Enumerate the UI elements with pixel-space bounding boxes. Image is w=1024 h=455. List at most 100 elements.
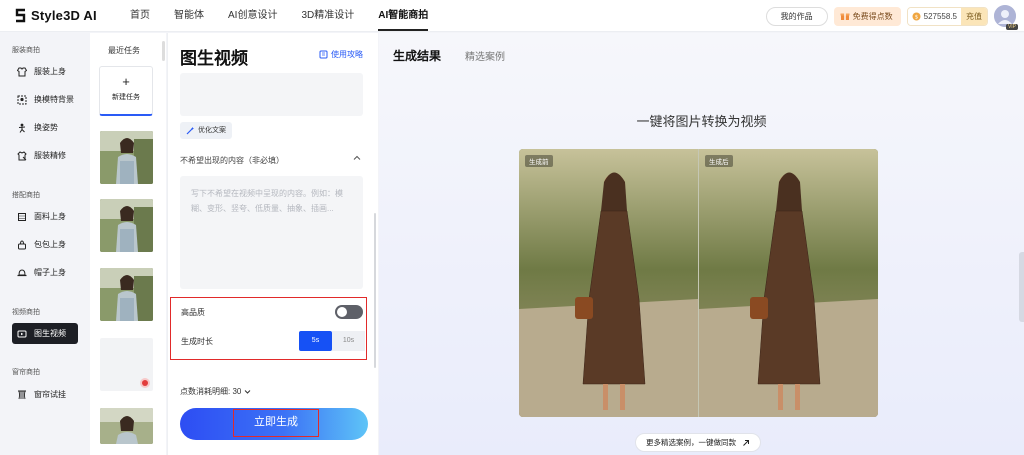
sidebar-item-swap-model[interactable]: 换模特背景: [12, 89, 78, 110]
model-photo: [100, 131, 153, 184]
vip-badge: VIP: [1005, 24, 1018, 30]
recent-scrollbar[interactable]: [162, 41, 165, 61]
more-cases-label: 更多精选案例，一键做同款: [646, 438, 736, 447]
sidebar-item-label: 服装精修: [34, 151, 66, 160]
generation-form: 图生视频 使用攻略 优化文案 不希望出现的内容（非必填） 写下不希望在视频中呈现…: [167, 33, 378, 455]
bag-icon: [18, 239, 26, 249]
retouch-icon: [17, 150, 27, 160]
sidebar-item-label: 包包上身: [34, 240, 66, 249]
duration-label: 生成时长: [181, 337, 213, 346]
coin-icon: $: [912, 12, 921, 20]
before-after-preview: 生成前 生成后: [519, 149, 878, 417]
header-actions: 我的作品 免费得点数 $ 527558.5 充值 VIP: [765, 5, 1018, 30]
sidebar-item-pose[interactable]: 换姿势: [12, 117, 78, 138]
hat-icon: [17, 268, 27, 276]
recent-task-thumbnail[interactable]: [100, 199, 153, 252]
tab-featured-cases[interactable]: 精选案例: [465, 48, 505, 63]
recent-task-thumbnail[interactable]: [100, 338, 153, 391]
new-task-label: 新建任务: [112, 94, 140, 101]
prompt-input[interactable]: [180, 73, 363, 116]
side-drawer-handle[interactable]: [1019, 252, 1024, 322]
sidebar-item-curtain[interactable]: 窗帘试挂: [12, 384, 78, 405]
duration-selector: 5s 10s: [299, 331, 365, 351]
main-nav: 首页 智能体 AI创意设计 3D精准设计 AI智能商拍: [130, 9, 452, 31]
sidebar-group-matching: 搭配商拍: [12, 192, 40, 199]
settings-highlight-box: 高品质 生成时长 5s 10s: [170, 297, 367, 360]
recharge-button[interactable]: 充值: [961, 7, 987, 25]
usage-guide-link[interactable]: 使用攻略: [319, 49, 363, 60]
points-value: 527558.5: [923, 11, 957, 21]
sidebar-item-label: 窗帘试挂: [34, 390, 66, 399]
before-image: 生成前: [519, 149, 698, 417]
usage-guide-label: 使用攻略: [331, 50, 363, 59]
nav-3d-design[interactable]: 3D精准设计: [301, 9, 354, 31]
pose-icon: [18, 123, 26, 133]
sidebar-group-curtain: 窗帘商拍: [12, 369, 40, 376]
cost-breakdown[interactable]: 点数消耗明细: 30: [180, 386, 251, 397]
cost-label: 点数消耗明细: 30: [180, 387, 242, 396]
after-label: 生成后: [705, 155, 733, 167]
tab-results[interactable]: 生成结果: [393, 47, 441, 64]
sidebar-item-hat[interactable]: 帽子上身: [12, 262, 78, 283]
nav-home[interactable]: 首页: [130, 9, 150, 31]
high-quality-label: 高品质: [181, 308, 205, 317]
chevron-down-icon: [244, 390, 251, 394]
after-photo: [699, 149, 878, 417]
recent-task-thumbnail[interactable]: [100, 408, 153, 444]
optimize-text-label: 优化文案: [198, 127, 226, 134]
compare-divider[interactable]: [698, 149, 699, 417]
logo[interactable]: Style3D AI: [14, 8, 97, 23]
page-title: 图生视频: [180, 49, 248, 68]
arrow-up-right-icon: [743, 439, 749, 446]
more-cases-button[interactable]: 更多精选案例，一键做同款: [635, 433, 761, 452]
gift-icon: [840, 13, 850, 20]
sidebar-item-label: 图生视频: [34, 329, 66, 338]
sidebar-item-label: 面料上身: [34, 212, 66, 221]
recent-task-thumbnail[interactable]: [100, 131, 153, 184]
before-photo: [519, 149, 698, 417]
recent-tasks-title: 最近任务: [108, 46, 140, 55]
model-photo: [100, 199, 153, 252]
shirt-icon: [17, 67, 27, 76]
high-quality-toggle[interactable]: [335, 305, 363, 319]
sidebar-item-image-to-video[interactable]: 图生视频: [12, 323, 78, 344]
plus-icon: +: [122, 74, 130, 89]
magic-wand-icon: [186, 127, 194, 135]
duration-option-5s[interactable]: 5s: [299, 331, 332, 351]
curtain-icon: [18, 390, 26, 399]
sidebar-group-apparel: 服装商拍: [12, 47, 40, 54]
nav-ai-creative[interactable]: AI创意设计: [228, 9, 277, 31]
logo-text: Style3D AI: [31, 8, 97, 23]
logo-icon: [15, 8, 26, 23]
swap-model-icon: [17, 95, 27, 104]
sidebar-item-bag[interactable]: 包包上身: [12, 234, 78, 255]
before-label: 生成前: [525, 155, 553, 167]
result-area: 生成结果 精选案例 一键将图片转换为视频 生成前 生成后 更多精选案例，一键做同…: [379, 33, 1024, 455]
sidebar-item-retouch[interactable]: 服装精修: [12, 145, 78, 166]
video-icon: [17, 330, 27, 337]
after-image: 生成后: [699, 149, 878, 417]
model-photo: [100, 408, 153, 444]
free-points-button[interactable]: 免费得点数: [833, 6, 901, 26]
points-balance: $ 527558.5 充值: [906, 6, 988, 26]
my-works-button[interactable]: 我的作品: [765, 6, 828, 26]
duration-option-10s[interactable]: 10s: [332, 331, 365, 351]
nav-ai-shoot[interactable]: AI智能商拍: [378, 9, 429, 31]
sidebar-item-fabric[interactable]: 面料上身: [12, 206, 78, 227]
free-points-label: 免费得点数: [852, 11, 893, 21]
record-icon: [140, 378, 150, 388]
nav-agent[interactable]: 智能体: [174, 9, 204, 31]
model-photo: [100, 268, 153, 321]
negative-prompt-input[interactable]: 写下不希望在视频中呈现的内容。例如：模糊、变形、竖夸、低质量、抽象、插画...: [180, 176, 363, 289]
chevron-up-icon[interactable]: [353, 154, 361, 164]
sidebar-item-apparel-on-model[interactable]: 服装上身: [12, 61, 78, 82]
sidebar-item-label: 帽子上身: [34, 268, 66, 277]
avatar[interactable]: VIP: [994, 5, 1018, 30]
new-task-button[interactable]: + 新建任务: [99, 66, 153, 116]
form-scrollbar[interactable]: [374, 213, 376, 368]
recent-task-thumbnail[interactable]: [100, 268, 153, 321]
sidebar-item-label: 服装上身: [34, 67, 66, 76]
optimize-text-button[interactable]: 优化文案: [180, 122, 232, 139]
generate-button-label[interactable]: 立即生成: [233, 409, 319, 437]
negative-prompt-label: 不希望出现的内容（非必填）: [180, 156, 284, 165]
